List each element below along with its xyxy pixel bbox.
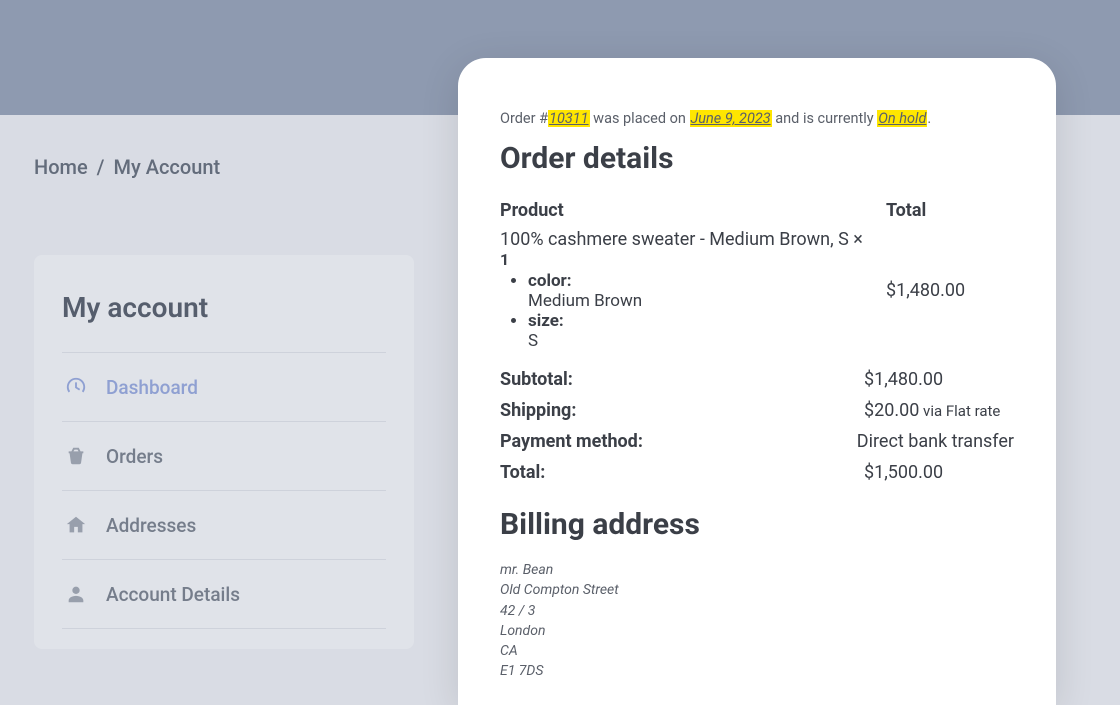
totals-label: Total: <box>500 462 545 483</box>
order-details-heading: Order details <box>500 141 1014 176</box>
billing-address: mr. Bean Old Compton Street 42 / 3 Londo… <box>500 560 1014 682</box>
variation-size: size: S <box>528 311 870 351</box>
totals-label: Payment method: <box>500 431 643 452</box>
address-line: Old Compton Street <box>500 580 1014 600</box>
order-summary-suffix: . <box>927 110 931 127</box>
order-date: June 9, 2023 <box>690 110 772 127</box>
totals-value: $1,480.00 <box>864 369 1014 390</box>
sidebar-item-label: Orders <box>106 445 163 468</box>
totals-row-subtotal: Subtotal: $1,480.00 <box>500 369 1014 390</box>
sidebar-item-label: Account Details <box>106 583 240 606</box>
billing-address-heading: Billing address <box>500 507 1014 542</box>
address-line: London <box>500 621 1014 641</box>
product-line-total: $1,480.00 <box>886 280 1014 301</box>
totals-label: Shipping: <box>500 400 576 421</box>
dashboard-icon <box>64 375 88 399</box>
order-summary-text: was placed on <box>590 110 690 127</box>
variation-label: size: <box>528 311 564 331</box>
product-qty-sep: × <box>849 229 863 250</box>
variation-value: S <box>528 331 870 351</box>
order-details-header-row: Product Total <box>500 200 1014 221</box>
order-summary-line: Order #10311 was placed on June 9, 2023 … <box>500 110 1014 127</box>
sidebar-item-account-details[interactable]: Account Details <box>62 559 386 629</box>
totals-label: Subtotal: <box>500 369 573 390</box>
basket-icon <box>64 444 88 468</box>
product-variations: color: Medium Brown size: S <box>500 271 870 351</box>
account-nav-title: My account <box>62 291 386 324</box>
order-summary-prefix: Order # <box>500 110 548 127</box>
product-name: 100% cashmere sweater - Medium Brown, S <box>500 229 849 250</box>
sidebar-item-orders[interactable]: Orders <box>62 421 386 490</box>
order-number: 10311 <box>548 110 590 127</box>
account-nav-list: Dashboard Orders Addresses Account Detai… <box>62 352 386 629</box>
address-line: 42 / 3 <box>500 601 1014 621</box>
order-summary-text: and is currently <box>772 110 878 127</box>
breadcrumb: Home / My Account <box>34 155 220 179</box>
order-line-item: 100% cashmere sweater - Medium Brown, S … <box>500 229 1014 351</box>
column-product: Product <box>500 200 870 221</box>
account-nav-card: My account Dashboard Orders Addresses Ac… <box>34 255 414 649</box>
totals-value: $1,500.00 <box>864 462 1014 483</box>
totals-value: Direct bank transfer <box>857 431 1014 452</box>
home-icon <box>64 513 88 537</box>
variation-color: color: Medium Brown <box>528 271 870 311</box>
breadcrumb-separator: / <box>97 155 105 179</box>
sidebar-item-label: Addresses <box>106 514 196 537</box>
address-line: mr. Bean <box>500 560 1014 580</box>
user-icon <box>64 582 88 606</box>
order-details-card: Order #10311 was placed on June 9, 2023 … <box>458 58 1056 705</box>
variation-label: color: <box>528 271 572 291</box>
breadcrumb-home[interactable]: Home <box>34 155 88 179</box>
address-line: E1 7DS <box>500 661 1014 681</box>
address-line: CA <box>500 641 1014 661</box>
column-total: Total <box>886 200 1014 221</box>
sidebar-item-addresses[interactable]: Addresses <box>62 490 386 559</box>
breadcrumb-current: My Account <box>113 155 220 179</box>
totals-value: $20.00 via Flat rate <box>864 400 1014 421</box>
sidebar-item-dashboard[interactable]: Dashboard <box>62 352 386 421</box>
totals-row-total: Total: $1,500.00 <box>500 462 1014 483</box>
totals-row-payment: Payment method: Direct bank transfer <box>500 431 1014 452</box>
order-status: On hold <box>877 110 927 127</box>
sidebar-item-label: Dashboard <box>106 376 198 399</box>
product-qty: 1 <box>500 250 509 269</box>
variation-value: Medium Brown <box>528 291 870 311</box>
totals-row-shipping: Shipping: $20.00 via Flat rate <box>500 400 1014 421</box>
